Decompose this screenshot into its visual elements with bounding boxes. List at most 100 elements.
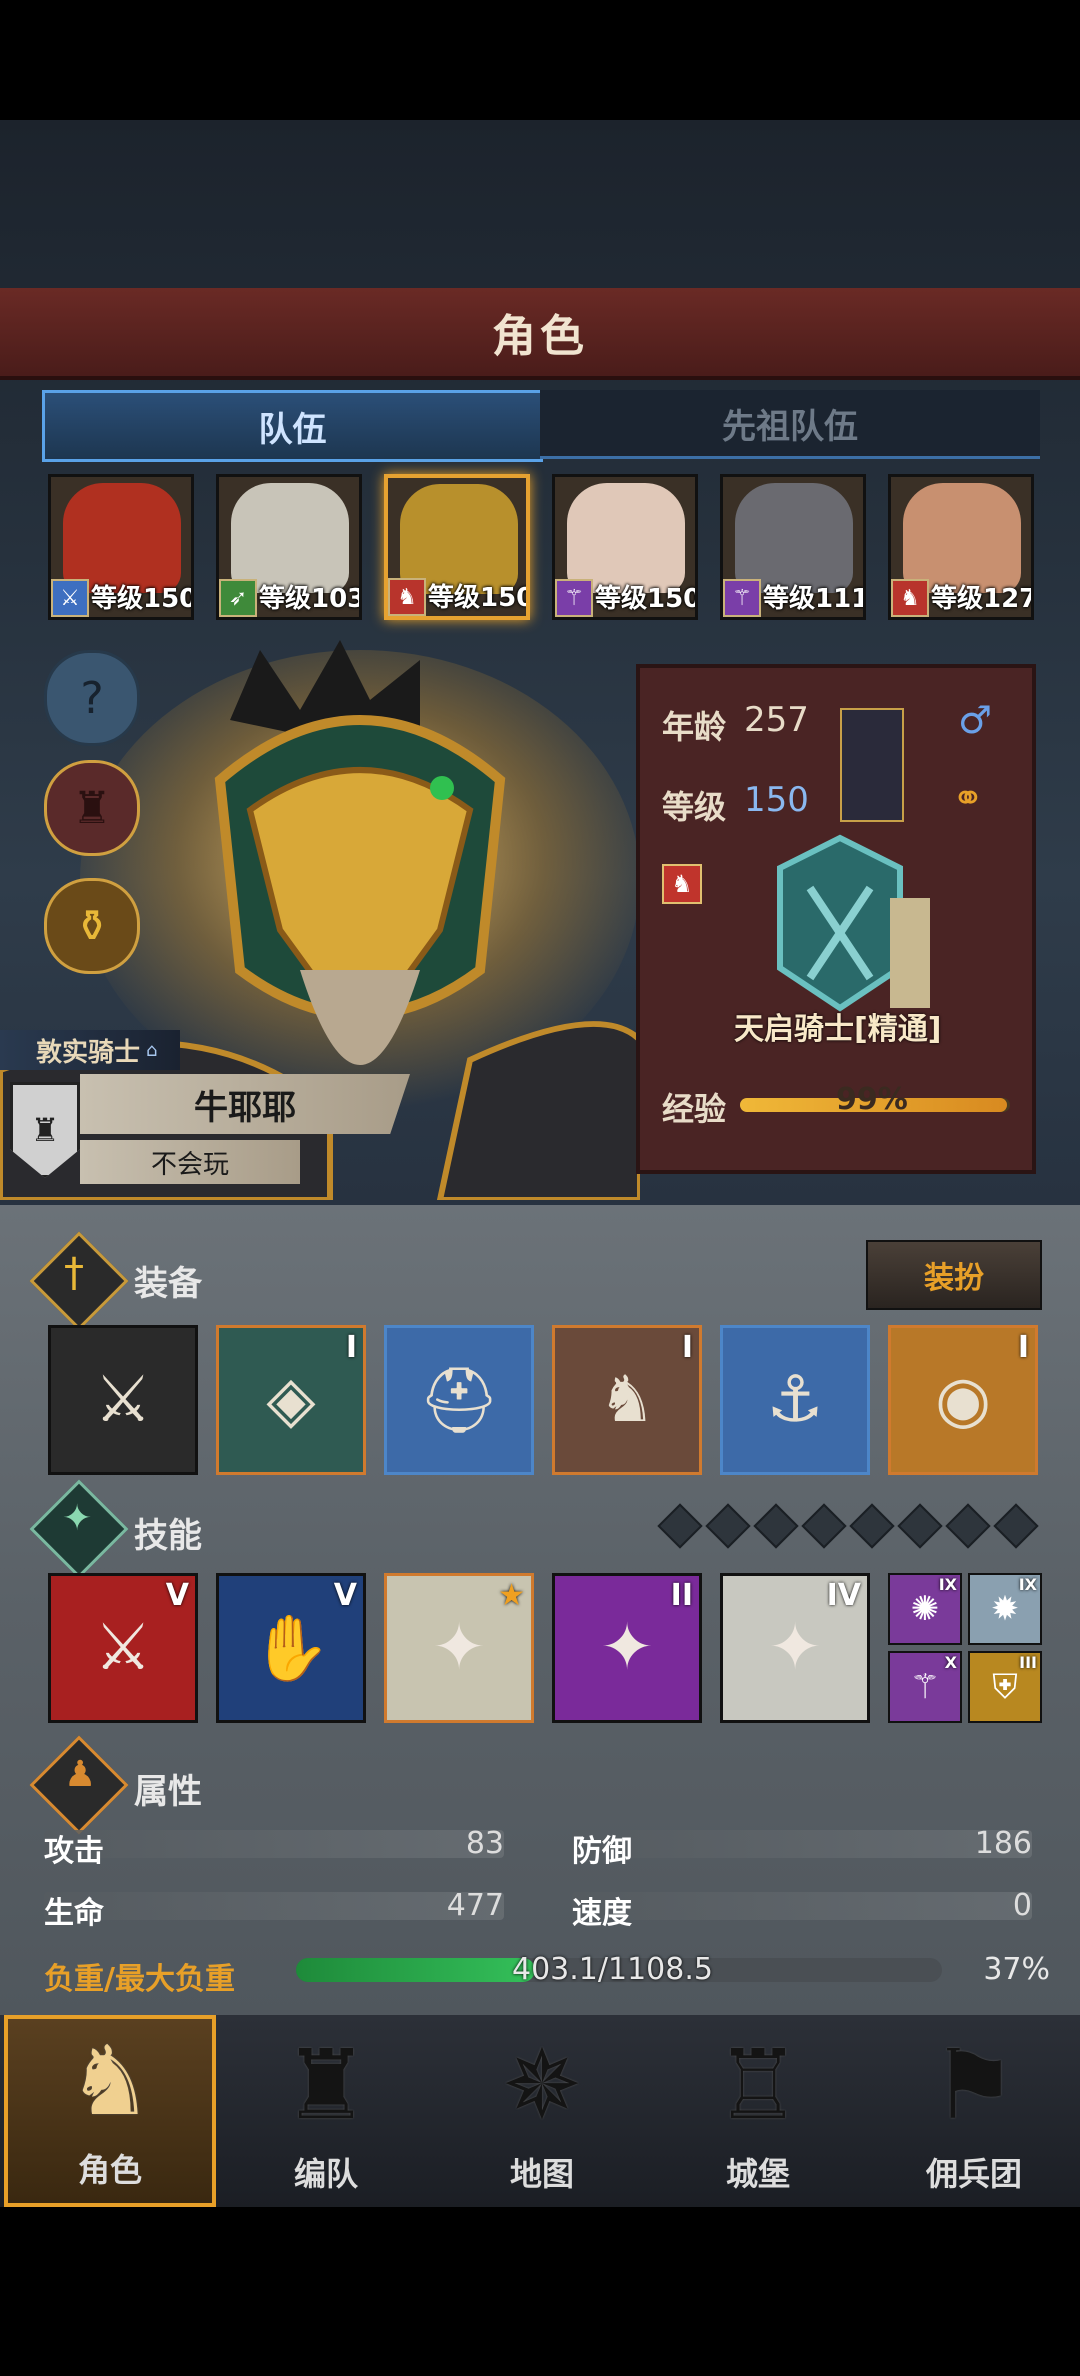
hero-portrait (735, 483, 853, 593)
sword-icon: ⚔ (51, 579, 89, 617)
hero-level: 等级150 (428, 583, 530, 613)
bow-icon: ➶ (219, 579, 257, 617)
dress-up-button[interactable]: 装扮 (866, 1240, 1042, 1310)
subtitle-banner: 不会玩 (80, 1140, 300, 1184)
shield-icon: ⛨ (992, 1667, 1018, 1707)
skill-rank: IX (938, 1575, 957, 1594)
hp-label: 生命 (44, 1896, 104, 1931)
speed-label: 速度 (572, 1896, 632, 1931)
compass-map-icon: ✵ (501, 2029, 583, 2141)
tab-team[interactable]: 队伍 (42, 390, 543, 462)
formation-icon: ♜ (282, 2029, 370, 2141)
hero-level: 等级103 (259, 584, 362, 614)
attack-value: 83 (465, 1826, 504, 1861)
hero-card-6[interactable]: ♞ 等级127 (888, 474, 1034, 620)
hero-portrait (567, 483, 685, 593)
attack-label: 攻击 (44, 1834, 104, 1869)
figure-icon[interactable]: ♜ (44, 760, 140, 856)
nav-label: 地图 (509, 2155, 574, 2193)
skill-slot-4[interactable]: ✦ II (552, 1573, 702, 1723)
skill-rank: X (944, 1653, 957, 1672)
wand-icon: ⚚ (909, 1667, 941, 1707)
person-icon: ♟ (64, 1754, 97, 1795)
armor-icon: ♞ (598, 1363, 656, 1437)
hero-card-2[interactable]: ➶ 等级103 (216, 474, 362, 620)
equipment-slot-5[interactable]: ⚓ (720, 1325, 870, 1475)
character-title: 敦实骑士 (36, 1037, 141, 1068)
rings-icon: ⚭ (952, 776, 984, 820)
passive-skill-4[interactable]: ⛨ III (968, 1651, 1042, 1723)
nav-formation[interactable]: ♜ 编队 (220, 2015, 432, 2207)
hero-card-1[interactable]: ⚔ 等级150 (48, 474, 194, 620)
hero-portrait (63, 483, 181, 593)
load-label: 负重/最大负重 (44, 1962, 235, 1997)
class-name: 天启骑士[精通] (734, 1012, 942, 1047)
hero-level: 等级111 (763, 584, 866, 614)
bottom-nav: ♞ 角色 ♜ 编队 ✵ 地图 ♖ 城堡 ⚑ 佣兵团 (0, 2015, 1080, 2207)
skills-title: 技能 (134, 1516, 202, 1556)
hero-card-4[interactable]: ⚚ 等级150 (552, 474, 698, 620)
crystal-hand-icon: ✦ (600, 1611, 654, 1685)
equipment-slot-6[interactable]: ◉ I (888, 1325, 1038, 1475)
male-icon: ♂ (958, 698, 993, 742)
passive-skill-3[interactable]: ⚚ X (888, 1651, 962, 1723)
age-label: 年龄 (662, 708, 727, 746)
skill-rank: III (1019, 1653, 1037, 1672)
equipment-title: 装备 (134, 1264, 202, 1304)
potion-icon[interactable]: ⚱ (44, 878, 140, 974)
nav-mercenary[interactable]: ⚑ 佣兵团 (868, 2015, 1080, 2207)
passive-skill-1[interactable]: ✺ IX (888, 1573, 962, 1645)
rank-icon: ⌂ (146, 1039, 158, 1061)
helmet-icon: ⛑ (418, 1363, 500, 1438)
shield-icon: ◈ (266, 1363, 316, 1437)
load-percent: 37% (983, 1952, 1050, 1987)
hp-value: 477 (446, 1888, 504, 1923)
hero-card-5[interactable]: ⚚ 等级111 (720, 474, 866, 620)
cross-icon: † (64, 1250, 84, 1296)
equipment-slot-4[interactable]: ♞ I (552, 1325, 702, 1475)
burst-icon: ✹ (990, 1589, 1020, 1629)
equipment-slot-1[interactable]: ⚔ (48, 1325, 198, 1475)
equipment-slot-2[interactable]: ◈ I (216, 1325, 366, 1475)
skill-rank: V (333, 1578, 357, 1613)
skill-rank: ★ (498, 1578, 525, 1613)
skill-slot-2[interactable]: ✋ V (216, 1573, 366, 1723)
banner-icon (840, 708, 904, 822)
title-bar: 角色 (0, 288, 1080, 380)
hero-level: 等级127 (931, 584, 1034, 614)
character-subtitle: 不会玩 (150, 1149, 229, 1180)
character-title-badge: 敦实骑士 ⌂ (0, 1030, 180, 1070)
nav-knight[interactable]: ♞ 角色 (4, 2015, 216, 2207)
shield-icon: ♞ (388, 578, 426, 616)
staff-icon: ⚚ (555, 579, 593, 617)
hero-portrait (231, 483, 349, 593)
skill-slot-3[interactable]: ✦ ★ (384, 1573, 534, 1723)
crystal-hand-icon: ✦ (432, 1611, 486, 1685)
sword-strike-icon: ⚔ (94, 1611, 152, 1685)
rank-numeral: I (681, 1330, 693, 1365)
rank-numeral: I (1017, 1330, 1029, 1365)
staff-icon: ⚚ (723, 579, 761, 617)
question-icon[interactable]: ? (44, 650, 140, 746)
dress-up-label: 装扮 (924, 1261, 984, 1296)
tab-ancestor-team[interactable]: 先祖队伍 (540, 390, 1040, 459)
stat-panel: 年龄 257 ♂ 等级 150 ⚭ ♞ 天启骑士[精通] 经验 99% (636, 664, 1036, 1174)
skill-rank: IV (826, 1578, 861, 1613)
exp-label: 经验 (662, 1090, 727, 1128)
skill-rank: V (165, 1578, 189, 1613)
level-value: 150 (744, 780, 809, 820)
defense-value: 186 (974, 1826, 1032, 1861)
crystal-hand-icon: ✦ (768, 1611, 822, 1685)
nav-castle[interactable]: ♖ 城堡 (652, 2015, 864, 2207)
skill-rank: II (670, 1578, 693, 1613)
knight-icon: ♞ (66, 2025, 154, 2137)
skill-slot-1[interactable]: ⚔ V (48, 1573, 198, 1723)
equipment-slot-3[interactable]: ⛑ (384, 1325, 534, 1475)
skill-slot-5[interactable]: ✦ IV (720, 1573, 870, 1723)
nav-compass-map[interactable]: ✵ 地图 (436, 2015, 648, 2207)
hero-card-3[interactable]: ♞ 等级150 (384, 474, 530, 620)
passive-skill-2[interactable]: ✹ IX (968, 1573, 1042, 1645)
castle-icon: ♖ (714, 2029, 802, 2141)
nav-label: 角色 (77, 2151, 142, 2189)
age-value: 257 (744, 700, 809, 740)
